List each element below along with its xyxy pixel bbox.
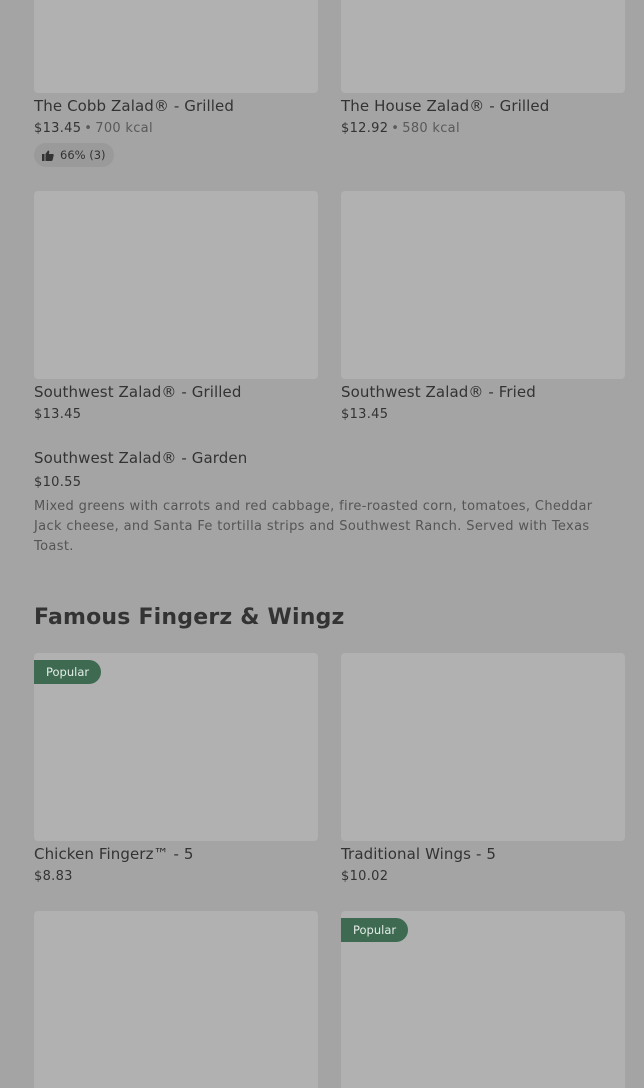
- item-image[interactable]: [34, 911, 318, 1088]
- item-price: $13.45: [34, 407, 82, 422]
- item-title[interactable]: Southwest Zalad® - Grilled: [34, 383, 242, 401]
- item-price: $13.45: [34, 121, 82, 136]
- item-price-calories: $13.45 • 700 kcal: [34, 121, 153, 136]
- item-title[interactable]: Traditional Wings - 5: [341, 845, 496, 863]
- item-description: Mixed greens with carrots and red cabbag…: [34, 499, 593, 554]
- thumbs-up-icon: [42, 150, 54, 161]
- item-title[interactable]: The House Zalad® - Grilled: [341, 97, 549, 115]
- item-image[interactable]: [341, 191, 625, 379]
- popular-badge: Popular: [34, 660, 102, 684]
- item-image[interactable]: [341, 0, 625, 93]
- popular-badge: Popular: [341, 918, 409, 942]
- item-image[interactable]: [341, 653, 625, 841]
- item-title[interactable]: Chicken Fingerz™ - 5: [34, 845, 194, 863]
- item-title[interactable]: The Cobb Zalad® - Grilled: [34, 97, 234, 115]
- section-title: Famous Fingerz & Wingz: [34, 605, 345, 630]
- item-calories: 700 kcal: [95, 121, 153, 136]
- separator-dot: •: [84, 121, 93, 136]
- item-price-calories: $12.92 • 580 kcal: [341, 121, 460, 136]
- item-title[interactable]: Southwest Zalad® - Fried: [341, 383, 536, 401]
- item-title[interactable]: Southwest Zalad® - Garden: [34, 449, 247, 467]
- item-image[interactable]: [34, 0, 318, 93]
- rating-badge: 66% (3): [34, 143, 114, 167]
- separator-dot: •: [391, 121, 400, 136]
- rating-text: 66% (3): [60, 148, 106, 162]
- item-calories: 580 kcal: [402, 121, 460, 136]
- item-price: $13.45: [341, 407, 389, 422]
- item-price: $8.83: [34, 869, 73, 884]
- item-price: $10.55: [34, 475, 82, 490]
- item-image[interactable]: [34, 191, 318, 379]
- item-price: $10.02: [341, 869, 389, 884]
- item-price: $12.92: [341, 121, 389, 136]
